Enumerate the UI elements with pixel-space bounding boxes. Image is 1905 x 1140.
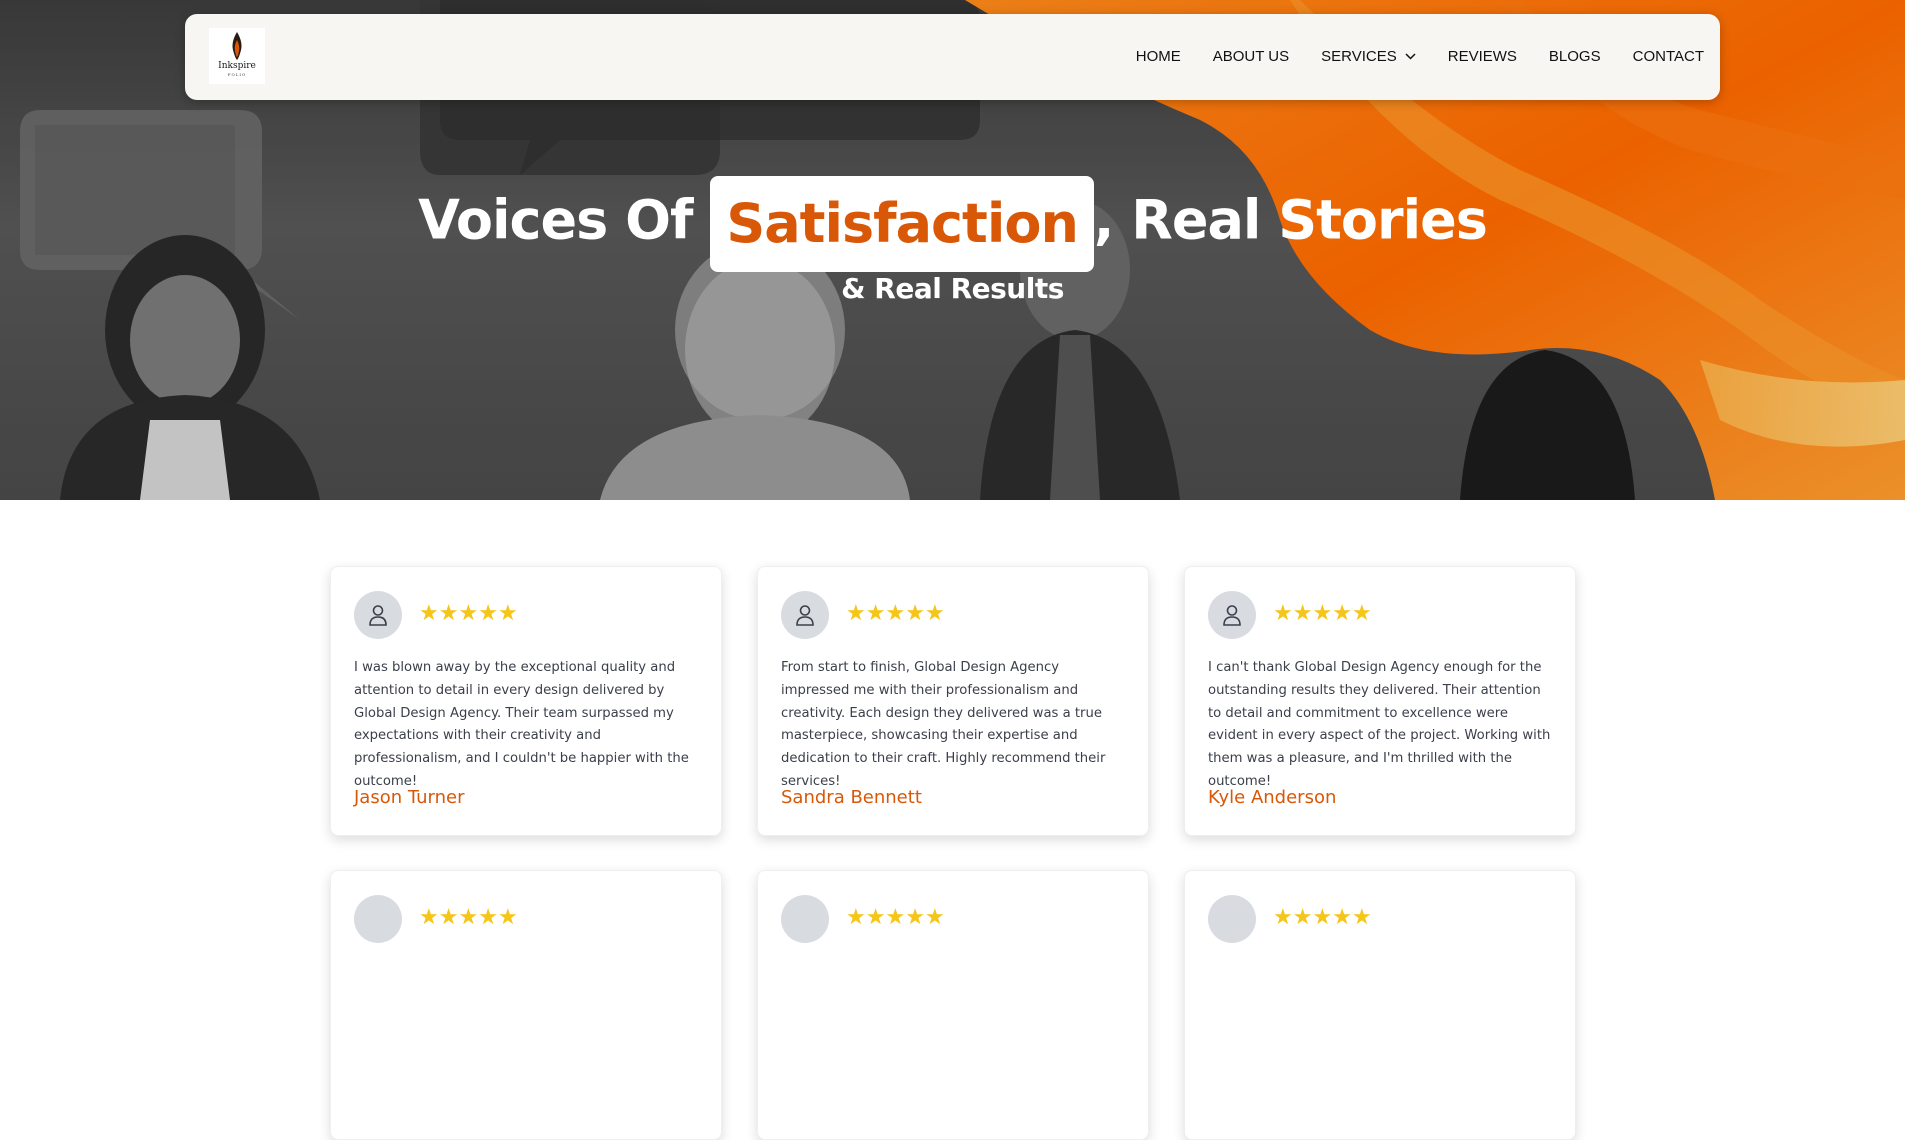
star-rating: ★ ★ ★ ★ ★	[1273, 907, 1372, 929]
review-card: ★ ★ ★ ★ ★ From start to finish, Global Desig…	[757, 566, 1149, 836]
star-icon: ★	[1351, 905, 1372, 930]
star-icon: ★	[419, 905, 439, 930]
review-card: ★ ★ ★ ★ ★ I was blown away by the exceptiona…	[330, 566, 722, 836]
star-icon: ★	[497, 905, 518, 930]
star-icon: ★	[438, 601, 459, 626]
reviewer-name: Kyle Anderson	[1208, 787, 1337, 808]
nav-about-us[interactable]: ABOUT US	[1213, 48, 1289, 65]
avatar	[354, 591, 402, 639]
star-icon: ★	[478, 905, 498, 930]
star-icon: ★	[1312, 905, 1333, 930]
top-navbar: Inkspire FOLIO HOME ABOUT US SERVICES RE…	[185, 14, 1720, 100]
star-rating: ★ ★ ★ ★ ★	[419, 603, 518, 625]
logo-wordmark: Inkspire	[218, 61, 256, 71]
star-icon: ★	[419, 601, 439, 626]
brand-logo[interactable]: Inkspire FOLIO	[209, 28, 265, 84]
star-rating: ★ ★ ★ ★ ★	[846, 603, 945, 625]
review-card: ★ ★ ★ ★ ★ I can't thank Global Design Agency…	[1184, 566, 1576, 836]
review-text: I can't thank Global Design Agency enoug…	[1208, 660, 1551, 789]
headline-suffix: , Real Stories	[1093, 188, 1488, 252]
hero-banner: Inkspire FOLIO HOME ABOUT US SERVICES RE…	[0, 0, 1905, 500]
star-icon: ★	[905, 601, 925, 626]
reviewer-name: Sandra Bennett	[781, 787, 922, 808]
avatar	[781, 591, 829, 639]
reviewer-name: Jason Turner	[354, 787, 465, 808]
star-rating: ★ ★ ★ ★ ★	[1273, 603, 1372, 625]
star-icon: ★	[1273, 601, 1293, 626]
headline-prefix: Voices Of	[418, 188, 693, 252]
flame-icon	[232, 32, 242, 60]
hero-subheadline: & Real Results	[841, 272, 1064, 305]
star-icon: ★	[846, 905, 866, 930]
review-text: From start to finish, Global Design Agen…	[781, 660, 1106, 789]
star-icon: ★	[905, 905, 925, 930]
star-rating: ★ ★ ★ ★ ★	[846, 907, 945, 929]
star-icon: ★	[865, 905, 886, 930]
review-card-partial: ★ ★ ★ ★ ★	[1184, 870, 1576, 1140]
star-icon: ★	[458, 905, 479, 930]
review-card-partial: ★ ★ ★ ★ ★	[330, 870, 722, 1140]
star-icon: ★	[497, 601, 518, 626]
star-icon: ★	[1312, 601, 1333, 626]
star-icon: ★	[458, 601, 479, 626]
star-icon: ★	[865, 601, 886, 626]
star-icon: ★	[1292, 601, 1313, 626]
star-icon: ★	[885, 905, 906, 930]
avatar	[354, 895, 402, 943]
main-navigation: HOME ABOUT US SERVICES REVIEWS BLOGS CON…	[1104, 48, 1704, 65]
star-icon: ★	[924, 601, 945, 626]
nav-services[interactable]: SERVICES	[1321, 48, 1416, 65]
star-icon: ★	[885, 601, 906, 626]
star-icon: ★	[1351, 601, 1372, 626]
logo-subtext: FOLIO	[227, 72, 247, 77]
star-icon: ★	[1292, 905, 1313, 930]
avatar	[1208, 895, 1256, 943]
star-icon: ★	[438, 905, 459, 930]
star-icon: ★	[478, 601, 498, 626]
nav-services-label: SERVICES	[1321, 48, 1397, 65]
hero-headline: Voices Of Satisfaction, Real Stories	[0, 176, 1905, 272]
nav-reviews[interactable]: REVIEWS	[1448, 48, 1517, 65]
chevron-down-icon	[1405, 53, 1416, 60]
star-icon: ★	[846, 601, 866, 626]
avatar	[781, 895, 829, 943]
user-icon	[1223, 605, 1241, 626]
user-icon	[369, 605, 387, 626]
star-icon: ★	[1332, 905, 1352, 930]
star-icon: ★	[1332, 601, 1352, 626]
review-card-partial: ★ ★ ★ ★ ★	[757, 870, 1149, 1140]
nav-contact[interactable]: CONTACT	[1633, 48, 1704, 65]
nav-blogs[interactable]: BLOGS	[1549, 48, 1601, 65]
star-icon: ★	[1273, 905, 1293, 930]
avatar	[1208, 591, 1256, 639]
star-icon: ★	[924, 905, 945, 930]
review-text: I was blown away by the exceptional qual…	[354, 660, 689, 789]
user-icon	[796, 605, 814, 626]
nav-home[interactable]: HOME	[1136, 48, 1181, 65]
star-rating: ★ ★ ★ ★ ★	[419, 907, 518, 929]
headline-highlight: Satisfaction	[710, 176, 1094, 272]
